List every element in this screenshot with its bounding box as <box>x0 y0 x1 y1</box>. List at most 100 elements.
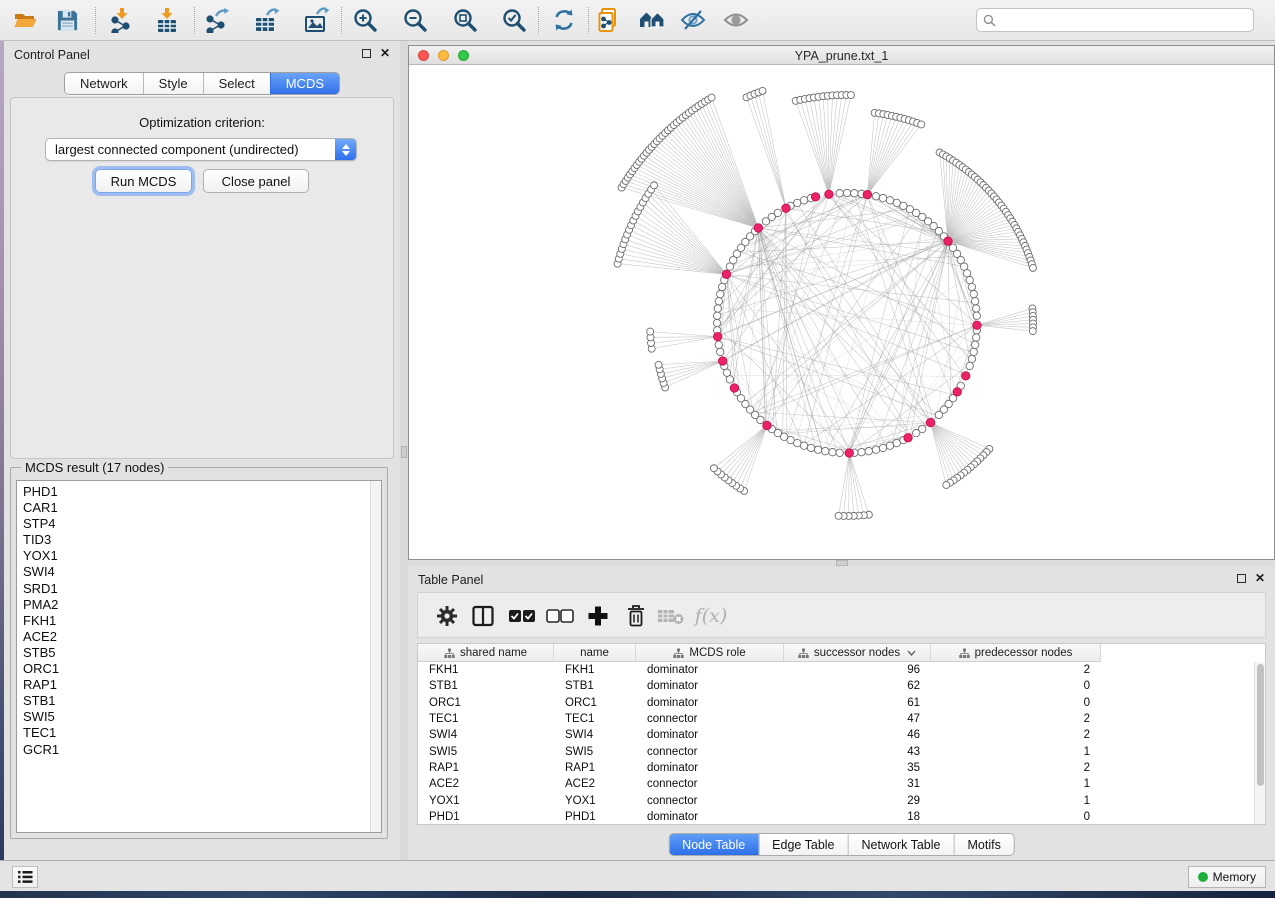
column-header-successor-nodes[interactable]: successor nodes <box>784 644 931 662</box>
mcds-result-item[interactable]: FKH1 <box>17 613 381 629</box>
tab-node-table[interactable]: Node Table <box>669 834 758 855</box>
import-table-button[interactable] <box>149 3 185 37</box>
close-panel-button[interactable]: Close panel <box>203 169 309 193</box>
table-row[interactable]: FKH1FKH1dominator962 <box>418 662 1265 678</box>
zoom-selected-button[interactable] <box>496 3 532 37</box>
table-scrollbar-thumb[interactable] <box>1257 664 1264 786</box>
splitter-handle[interactable] <box>401 446 407 458</box>
mcds-list-scrollbar[interactable] <box>370 481 381 832</box>
table-row[interactable]: TEC1TEC1connector472 <box>418 711 1265 727</box>
show-column-panel-button[interactable] <box>466 599 500 633</box>
column-header-predecessor-nodes[interactable]: predecessor nodes <box>931 644 1101 662</box>
selected-node[interactable] <box>763 421 771 429</box>
new-network-from-selection-button[interactable] <box>590 3 626 37</box>
table-row[interactable]: ACE2ACE2connector311 <box>418 776 1265 792</box>
tab-network-table[interactable]: Network Table <box>848 834 954 855</box>
hide-selected-button[interactable] <box>675 3 711 37</box>
mcds-result-item[interactable]: PMA2 <box>17 597 381 613</box>
function-builder-button[interactable]: f(x) <box>694 599 728 633</box>
tab-edge-table[interactable]: Edge Table <box>758 834 847 855</box>
mcds-result-item[interactable]: STB1 <box>17 693 381 709</box>
mcds-result-item[interactable]: CAR1 <box>17 500 381 516</box>
search-input[interactable] <box>1000 13 1247 27</box>
task-history-button[interactable] <box>12 866 38 888</box>
show-all-button[interactable] <box>718 3 754 37</box>
mcds-result-item[interactable]: ACE2 <box>17 629 381 645</box>
selected-node[interactable] <box>730 384 738 392</box>
float-window-icon[interactable] <box>1237 574 1246 583</box>
table-row[interactable]: SWI5SWI5connector431 <box>418 743 1265 759</box>
selected-node[interactable] <box>782 204 790 212</box>
mcds-result-item[interactable]: SRD1 <box>17 581 381 597</box>
tab-mcds[interactable]: MCDS <box>270 73 339 94</box>
table-row[interactable]: ORC1ORC1dominator610 <box>418 695 1265 711</box>
open-file-button[interactable] <box>8 3 44 37</box>
zoom-out-button[interactable] <box>397 3 433 37</box>
delete-column-button[interactable] <box>619 599 653 633</box>
selected-node[interactable] <box>904 434 912 442</box>
close-panel-icon[interactable]: ✕ <box>380 49 390 58</box>
mcds-result-item[interactable]: RAP1 <box>17 677 381 693</box>
table-row[interactable]: SWI4SWI4dominator462 <box>418 727 1265 743</box>
import-network-button[interactable] <box>103 3 139 37</box>
tab-select[interactable]: Select <box>203 73 270 94</box>
apply-layout-button[interactable] <box>546 3 582 37</box>
selected-node[interactable] <box>754 224 762 232</box>
close-panel-icon[interactable]: ✕ <box>1255 574 1265 583</box>
mcds-result-list[interactable]: PHD1CAR1STP4TID3YOX1SWI4SRD1PMA2FKH1ACE2… <box>16 480 382 833</box>
mcds-result-item[interactable]: SWI4 <box>17 564 381 580</box>
selected-node[interactable] <box>926 418 934 426</box>
criterion-dropdown[interactable]: largest connected component (undirected) <box>45 138 357 161</box>
selected-node[interactable] <box>944 237 952 245</box>
vertical-splitter[interactable] <box>400 41 408 860</box>
mcds-result-item[interactable]: ORC1 <box>17 661 381 677</box>
mcds-result-item[interactable]: STB5 <box>17 645 381 661</box>
selected-node[interactable] <box>714 332 722 340</box>
save-session-button[interactable] <box>49 3 85 37</box>
mcds-result-item[interactable]: STP4 <box>17 516 381 532</box>
deselect-all-rows-button[interactable] <box>543 599 577 633</box>
column-header-name[interactable]: name <box>554 644 636 662</box>
table-row[interactable]: YOX1YOX1connector291 <box>418 792 1265 808</box>
table-row[interactable]: RAP1RAP1dominator352 <box>418 760 1265 776</box>
selected-node[interactable] <box>973 321 981 329</box>
network-canvas[interactable] <box>409 65 1274 559</box>
zoom-in-button[interactable] <box>347 3 383 37</box>
mcds-result-item[interactable]: SWI5 <box>17 709 381 725</box>
network-titlebar[interactable]: YPA_prune.txt_1 <box>409 46 1274 65</box>
export-table-button[interactable] <box>248 3 284 37</box>
table-row[interactable]: PHD1PHD1dominator180 <box>418 809 1265 825</box>
export-network-button[interactable] <box>198 3 234 37</box>
selected-node[interactable] <box>811 193 819 201</box>
run-mcds-button[interactable]: Run MCDS <box>95 169 192 193</box>
create-column-button[interactable] <box>581 599 615 633</box>
tab-style[interactable]: Style <box>143 73 203 94</box>
selected-node[interactable] <box>845 449 853 457</box>
column-header-MCDS-role[interactable]: MCDS role <box>636 644 784 662</box>
mcds-result-item[interactable]: TID3 <box>17 532 381 548</box>
memory-button[interactable]: Memory <box>1188 866 1266 888</box>
delete-table-button[interactable] <box>654 599 688 633</box>
mcds-result-item[interactable]: YOX1 <box>17 548 381 564</box>
selected-node[interactable] <box>953 388 961 396</box>
mcds-result-item[interactable]: PHD1 <box>17 484 381 500</box>
select-all-rows-button[interactable] <box>505 599 539 633</box>
first-neighbors-button[interactable] <box>635 3 671 37</box>
mcds-result-item[interactable]: GCR1 <box>17 742 381 758</box>
selected-node[interactable] <box>722 270 730 278</box>
selected-node[interactable] <box>718 357 726 365</box>
float-window-icon[interactable] <box>362 49 371 58</box>
table-settings-button[interactable] <box>430 599 464 633</box>
export-image-button[interactable] <box>298 3 334 37</box>
tab-motifs[interactable]: Motifs <box>953 834 1013 855</box>
search-field[interactable] <box>976 8 1254 32</box>
zoom-fit-button[interactable] <box>447 3 483 37</box>
tab-network[interactable]: Network <box>65 73 143 94</box>
selected-node[interactable] <box>962 372 970 380</box>
selected-node[interactable] <box>863 190 871 198</box>
table-scrollbar[interactable] <box>1254 662 1265 824</box>
mcds-result-item[interactable]: TEC1 <box>17 725 381 741</box>
column-header-shared-name[interactable]: shared name <box>418 644 554 662</box>
table-row[interactable]: STB1STB1dominator620 <box>418 678 1265 694</box>
selected-node[interactable] <box>825 190 833 198</box>
